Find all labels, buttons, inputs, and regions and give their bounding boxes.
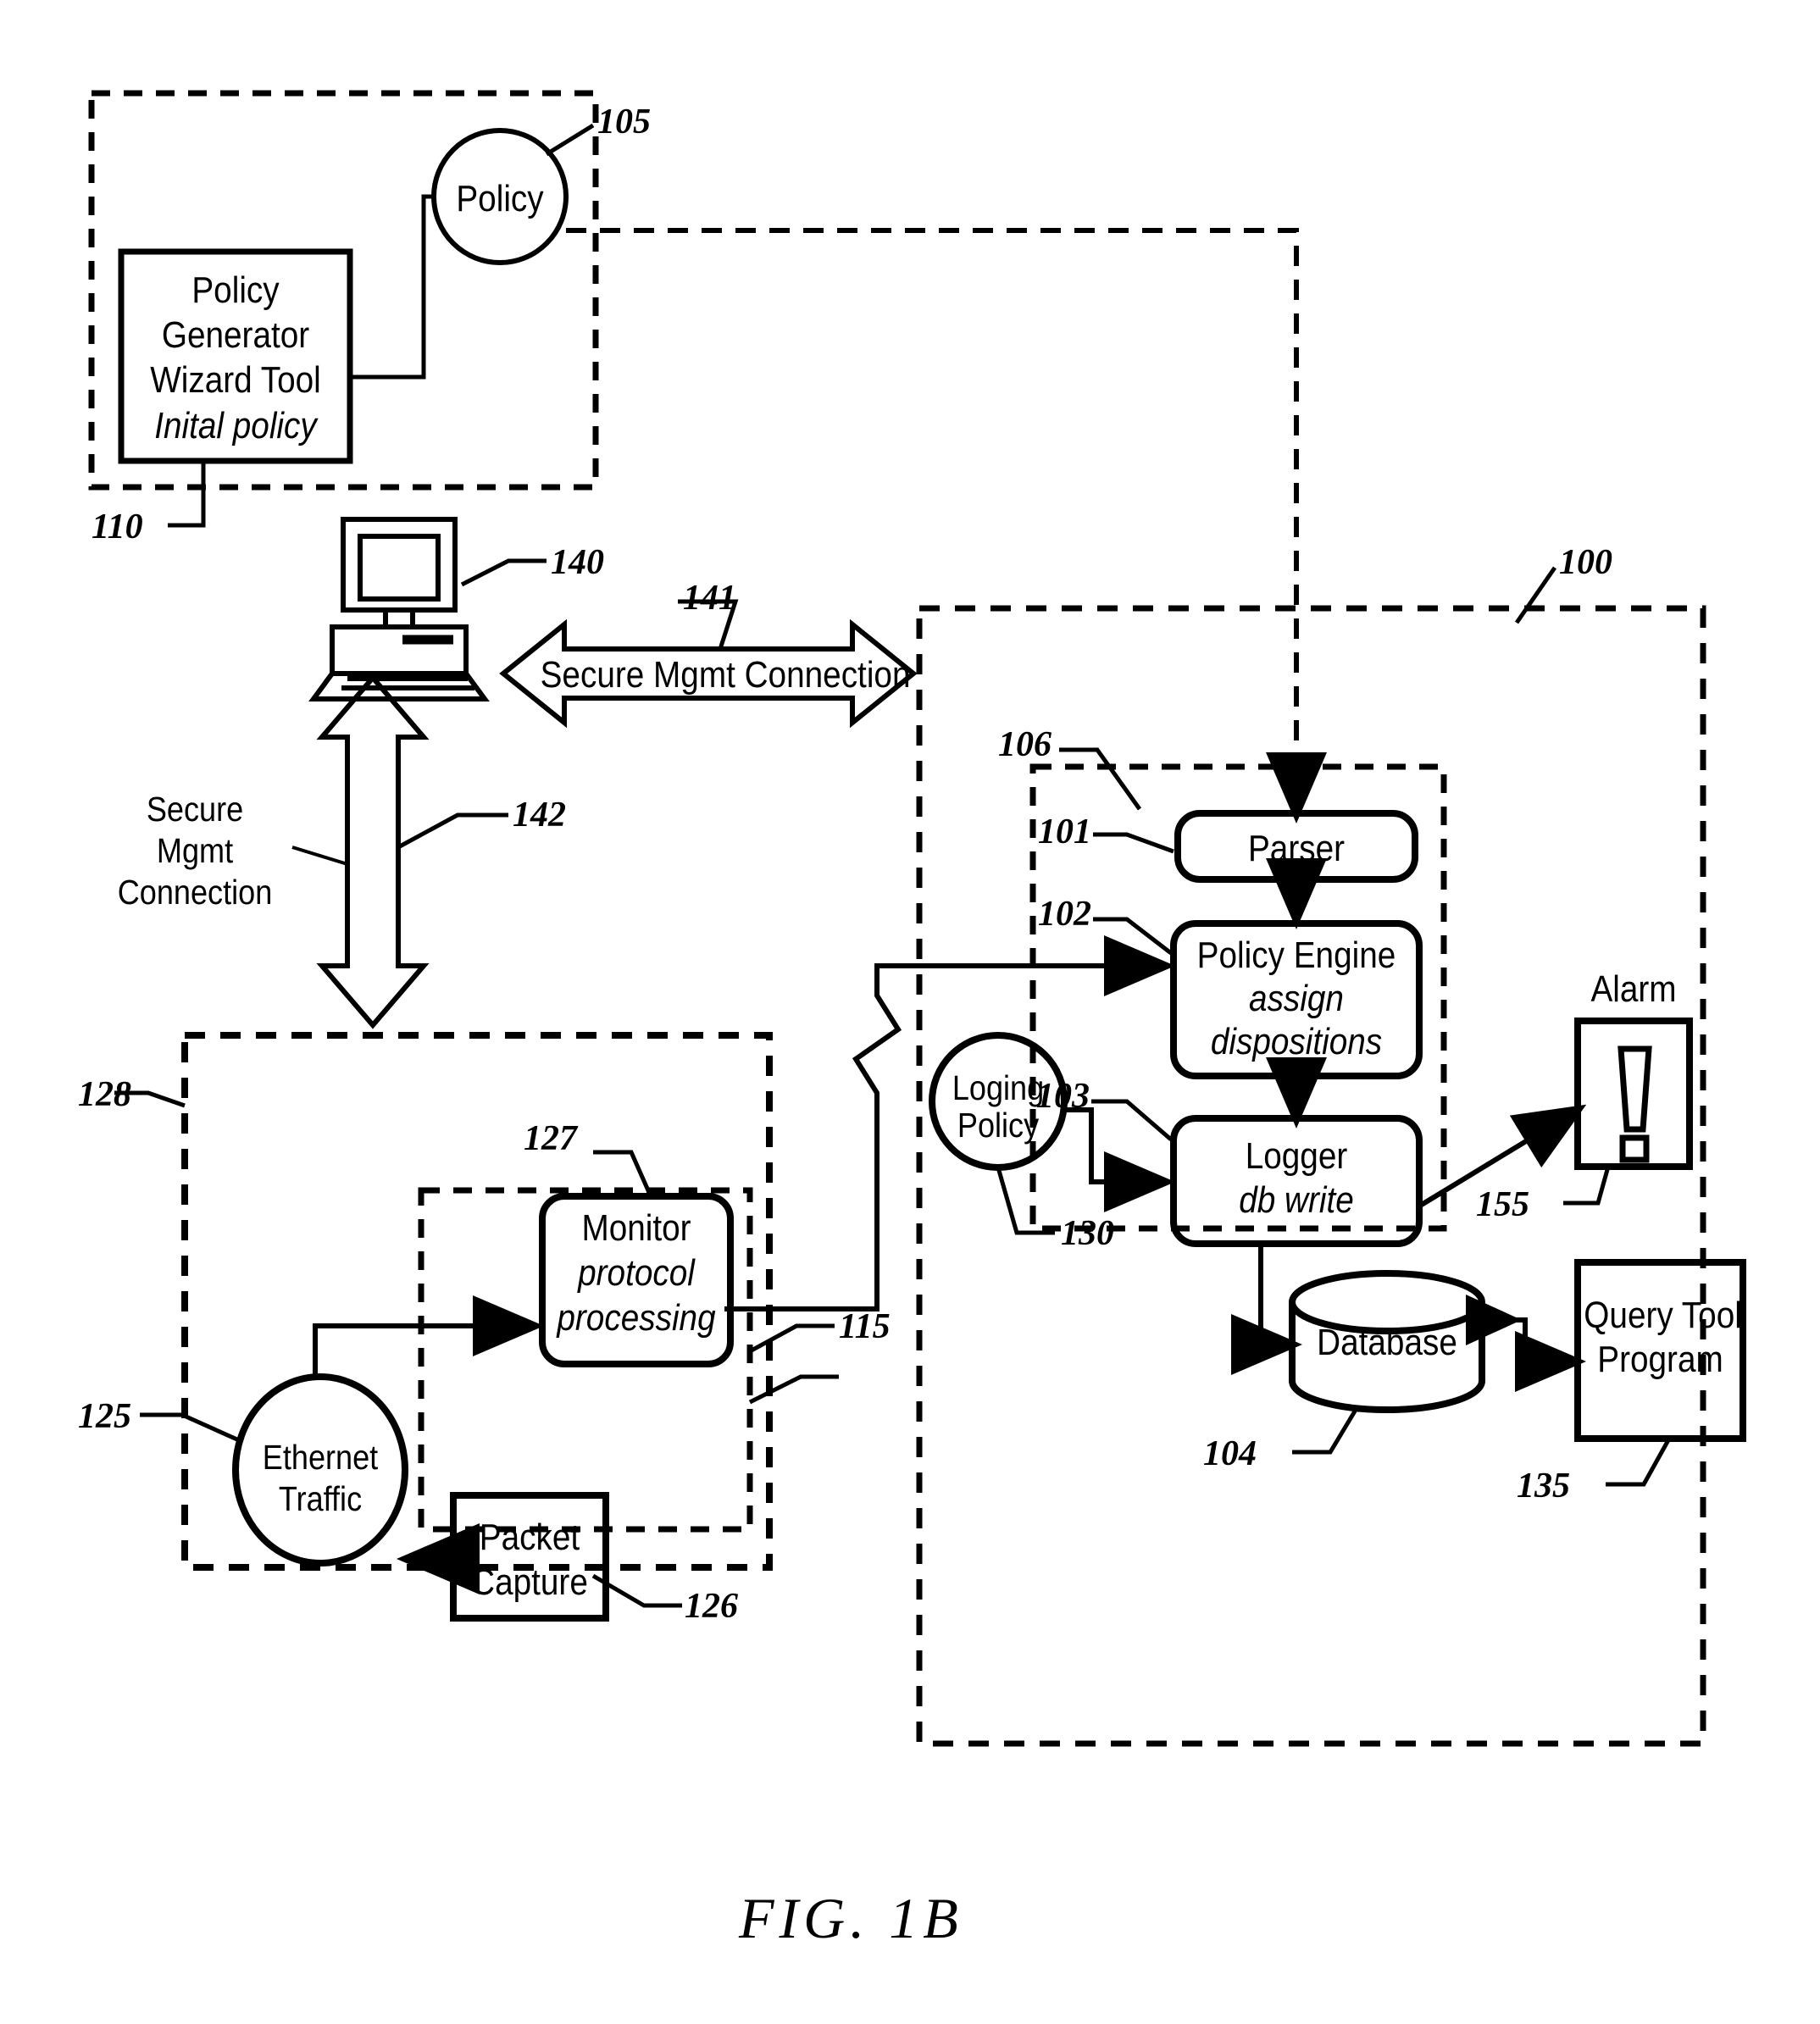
exclamation-dot (1619, 1134, 1650, 1163)
policy-circle-label: Policy (456, 178, 544, 219)
ref-102: 102 (1038, 895, 1091, 934)
ref-135: 135 (1517, 1467, 1570, 1506)
ref-142: 142 (513, 796, 566, 835)
ethernet-to-monitor (313, 1295, 544, 1377)
lead-103 (1091, 1099, 1173, 1141)
alarm-box (1574, 1018, 1693, 1170)
ref-100: 100 (1559, 543, 1612, 582)
secure-mgmt-connection-vertical-line2: Mgmt (156, 831, 234, 870)
ethernet-traffic-line1: Ethernet (262, 1438, 379, 1477)
ref-104: 104 (1203, 1434, 1257, 1473)
ref-101: 101 (1038, 812, 1091, 851)
ref-126: 126 (685, 1587, 738, 1626)
lead-125 (140, 1412, 241, 1443)
ref-105: 105 (597, 103, 651, 141)
figure-caption: FIG. 1B (739, 1886, 963, 1950)
lead-140 (460, 558, 547, 587)
packet-capture-line1: Packet (479, 1517, 580, 1558)
ref-140: 140 (551, 543, 604, 582)
policy-generator-line1: Policy (191, 269, 280, 311)
logger-line1: Logger (1245, 1135, 1348, 1177)
ref-141: 141 (683, 579, 736, 618)
policy-engine-line3: dispositions (1210, 1021, 1383, 1062)
loging-policy-line1: Loging (952, 1068, 1045, 1107)
lead-104 (1292, 1408, 1358, 1455)
lead-100 (1514, 566, 1557, 624)
generator-to-policy-connector (350, 194, 434, 380)
policy-to-parser-dashed (566, 228, 1299, 796)
policy-engine-line2: assign (1249, 978, 1344, 1019)
lead-110 (168, 461, 206, 528)
lead-142 (397, 812, 508, 850)
lead-115b (748, 1374, 839, 1405)
lead-106 (1059, 747, 1142, 811)
parser-label: Parser (1247, 828, 1346, 869)
policy-generator-line2: Generator (161, 314, 310, 356)
secure-mgmt-connection-vertical-line1: Secure (146, 790, 244, 829)
ethernet-traffic-line2: Traffic (278, 1479, 363, 1518)
monitor-line2: protocol (578, 1252, 695, 1294)
policy-engine-line1: Policy Engine (1196, 934, 1396, 976)
ref-106: 106 (998, 725, 1051, 764)
logger-to-database (1231, 1244, 1302, 1375)
logger-line2: db write (1239, 1179, 1354, 1221)
lead-115 (748, 1323, 835, 1354)
packet-capture-line2: Capture (471, 1561, 588, 1603)
ref-130: 130 (1061, 1214, 1114, 1253)
ref-110: 110 (92, 507, 143, 546)
exclamation-icon (1617, 1045, 1652, 1133)
lead-102 (1093, 917, 1173, 955)
lead-130 (996, 1167, 1055, 1235)
ref-155: 155 (1476, 1185, 1529, 1224)
lead-101 (1093, 832, 1174, 854)
query-tool-line1: Query Tool (1584, 1295, 1742, 1336)
query-tool-line2: Program (1597, 1339, 1723, 1380)
monitor-line3: processing (557, 1297, 716, 1339)
monitor-line1: Monitor (581, 1207, 691, 1249)
lead-155 (1563, 1166, 1611, 1206)
secure-mgmt-connection-horizontal-label: Secure Mgmt Connection (540, 654, 911, 696)
computer-icon (308, 517, 490, 701)
ref-115: 115 (839, 1307, 891, 1346)
ref-127: 127 (524, 1119, 577, 1158)
alarm-label: Alarm (1590, 968, 1677, 1010)
lead-105 (545, 123, 595, 157)
ref-125: 125 (78, 1397, 131, 1436)
ref-128: 128 (78, 1075, 131, 1114)
lead-secure-label (291, 846, 348, 866)
patent-figure-canvas: Policy 105 Policy Generator Wizard Tool … (0, 0, 1820, 2024)
secure-mgmt-connection-vertical-line3: Connection (117, 873, 273, 912)
database-label: Database (1317, 1322, 1457, 1363)
policy-generator-initial-policy: Inital policy (154, 405, 317, 446)
loging-policy-line2: Policy (957, 1106, 1040, 1145)
database-to-query (1482, 1317, 1586, 1392)
policy-generator-line3: Wizard Tool (150, 359, 321, 401)
secure-mgmt-arrow-vertical (316, 674, 430, 1029)
lead-135 (1606, 1437, 1672, 1487)
